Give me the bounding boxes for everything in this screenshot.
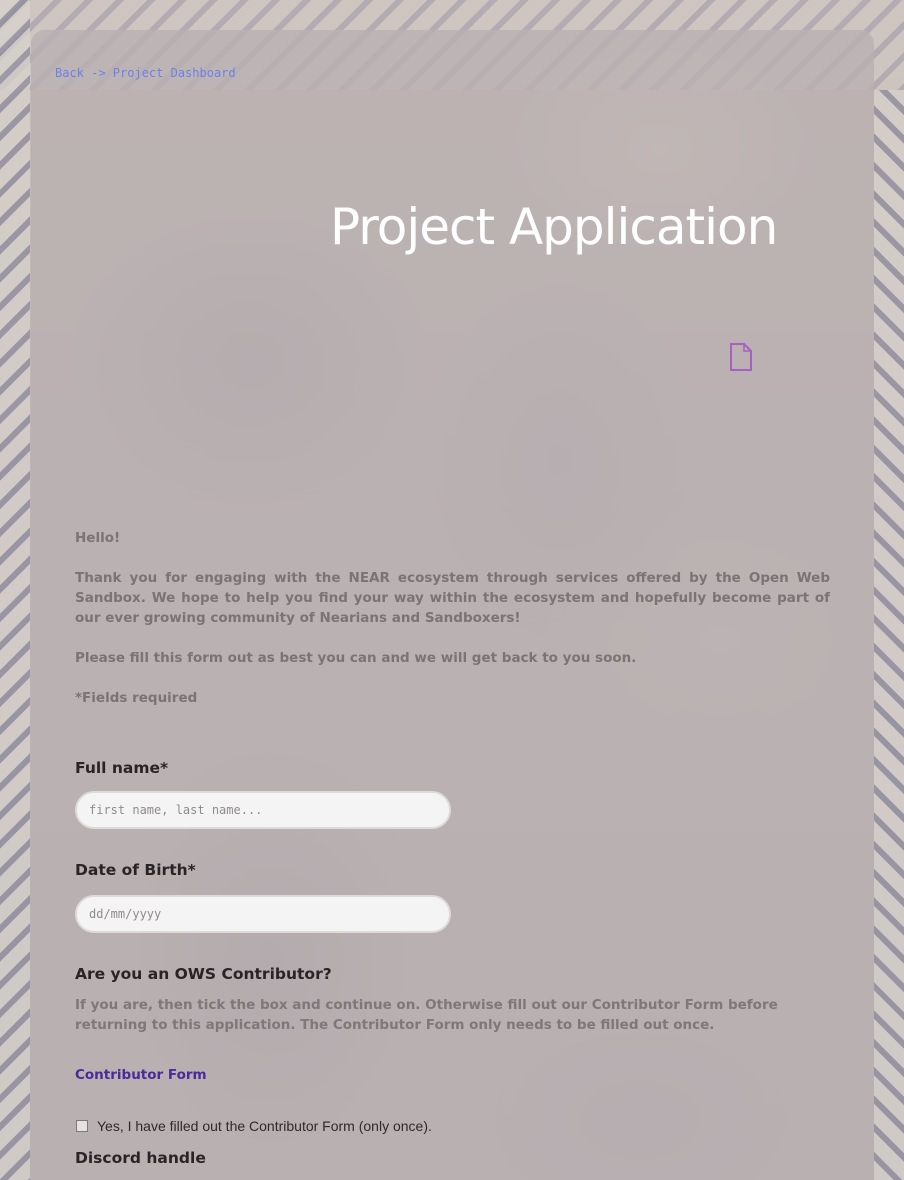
- date-of-birth-label: Date of Birth*: [75, 861, 196, 879]
- contributor-form-link[interactable]: Contributor Form: [75, 1067, 207, 1083]
- full-name-label: Full name*: [75, 759, 169, 777]
- instructions-text: Please fill this form out as best you ca…: [75, 650, 637, 666]
- contributor-group: Are you an OWS Contributor? If you are, …: [75, 965, 830, 1134]
- discord-handle-label: Discord handle: [75, 1149, 206, 1167]
- contributor-help-text: If you are, then tick the box and contin…: [75, 997, 778, 1033]
- contributor-confirm-row[interactable]: Yes, I have filled out the Contributor F…: [75, 1118, 830, 1134]
- page-title: Project Application: [330, 198, 778, 256]
- date-of-birth-group: Date of Birth*: [75, 861, 830, 933]
- document-icon: [730, 343, 752, 371]
- greeting-text: Hello!: [75, 530, 121, 546]
- full-name-group: Full name*: [75, 759, 830, 829]
- contributor-confirm-checkbox[interactable]: [76, 1120, 88, 1132]
- background-stripes-right: [874, 90, 904, 1180]
- contributor-question: Are you an OWS Contributor?: [75, 965, 332, 983]
- date-of-birth-input[interactable]: [75, 895, 451, 933]
- intro-section: Hello! Thank you for engaging with the N…: [75, 528, 830, 708]
- contributor-confirm-label: Yes, I have filled out the Contributor F…: [97, 1118, 432, 1134]
- full-name-input[interactable]: [75, 791, 451, 829]
- intro-paragraph: Thank you for engaging with the NEAR eco…: [75, 570, 830, 626]
- back-to-dashboard-link[interactable]: Back -> Project Dashboard: [55, 66, 236, 80]
- discord-group: Discord handle: [75, 1149, 830, 1167]
- required-fields-note: *Fields required: [75, 690, 198, 706]
- background-stripes-left: [0, 0, 30, 1180]
- application-form: Hello! Thank you for engaging with the N…: [75, 528, 830, 1167]
